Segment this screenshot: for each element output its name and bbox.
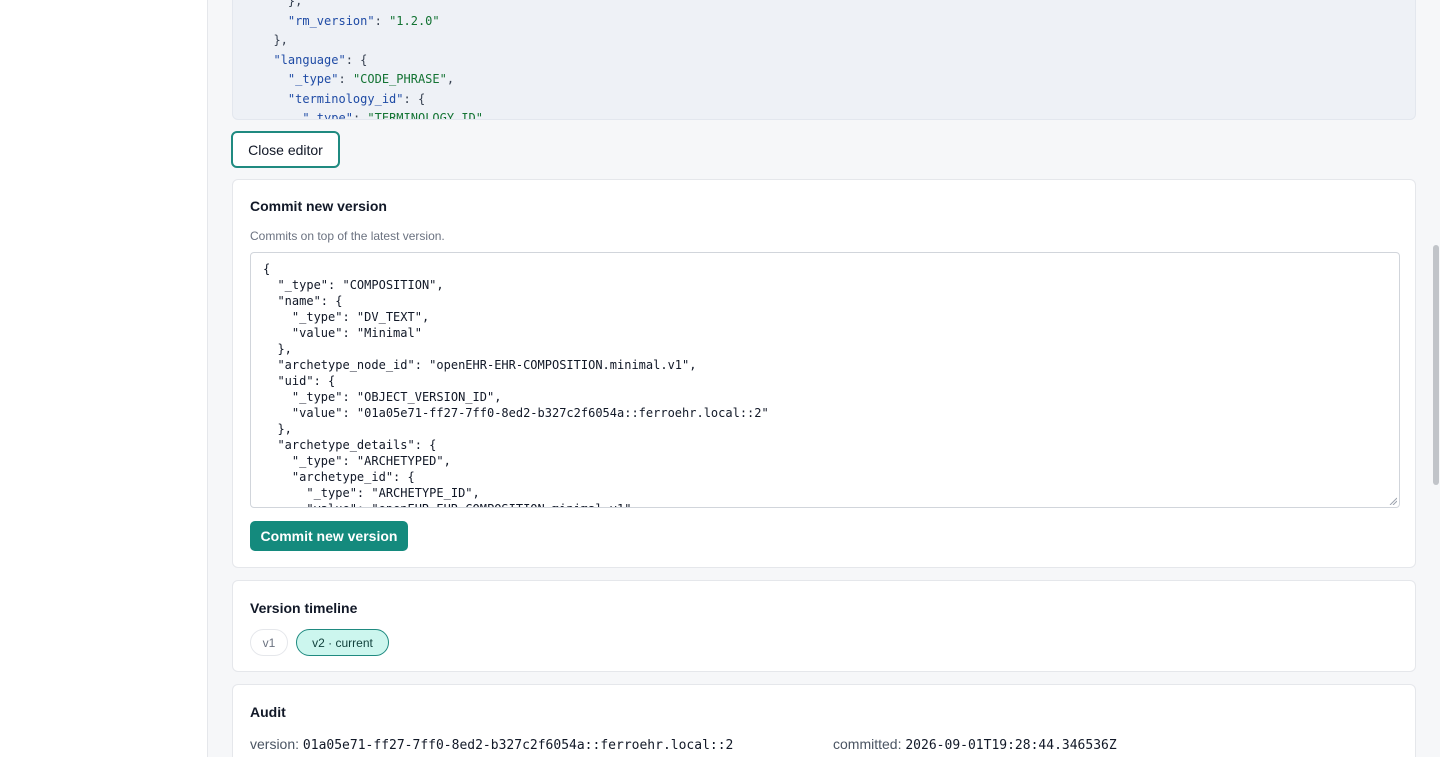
version-timeline-card: Version timeline v1 v2 · current: [232, 580, 1416, 672]
code-token: "_type": [302, 111, 353, 120]
code-token: :: [374, 13, 390, 28]
code-line: "rm_version": "1.2.0": [259, 12, 1415, 32]
code-line: "terminology_id": {: [259, 90, 1415, 110]
commit-card-title: Commit new version: [250, 198, 387, 214]
editor-content[interactable]: { "_type": "COMPOSITION", "name": { "_ty…: [251, 253, 1399, 507]
code-line: },: [259, 0, 1415, 12]
audit-committed-value: 2026-09-01T19:28:44.346536Z: [905, 738, 1117, 753]
audit-version-label: version:: [250, 736, 300, 752]
code-line: },: [259, 31, 1415, 51]
composition-json-viewer[interactable]: }, "rm_version": "1.2.0" }, "language": …: [232, 0, 1416, 120]
close-editor-button[interactable]: Close editor: [231, 131, 340, 168]
code-token: "CODE_PHRASE": [352, 72, 447, 86]
audit-card: Audit version: 01a05e71-ff27-7ff0-8ed2-b…: [232, 684, 1416, 757]
code-token: "TERMINOLOGY_ID": [367, 111, 483, 120]
code-line: "_type": "TERMINOLOGY_ID": [259, 109, 1415, 120]
json-code-block: }, "rm_version": "1.2.0" }, "language": …: [233, 0, 1415, 120]
timeline-title: Version timeline: [250, 600, 358, 616]
code-token: },: [259, 33, 288, 47]
page-scrollbar[interactable]: [1432, 0, 1440, 757]
code-token: "1.2.0": [389, 13, 440, 28]
code-token: "language": [273, 52, 346, 67]
commit-card-subtitle: Commits on top of the latest version.: [250, 229, 445, 243]
main-content: }, "rm_version": "1.2.0" }, "language": …: [208, 0, 1432, 757]
version-chip-current[interactable]: v2 · current: [296, 629, 389, 656]
code-line: "_type": "CODE_PHRASE",: [259, 70, 1415, 90]
code-token: ,: [446, 72, 455, 86]
code-token: },: [259, 0, 303, 8]
code-token: "_type": [287, 72, 339, 86]
audit-committed-label: committed:: [833, 736, 902, 752]
audit-title: Audit: [250, 704, 286, 720]
code-token: : {: [403, 91, 426, 106]
sidebar: [0, 0, 208, 757]
code-token: :: [352, 111, 368, 120]
code-token: : {: [345, 52, 368, 67]
code-line: "language": {: [259, 51, 1415, 71]
code-token: "rm_version": [287, 13, 375, 28]
scrollbar-thumb[interactable]: [1433, 245, 1439, 485]
resize-handle-icon[interactable]: [1389, 497, 1397, 505]
commit-new-version-button[interactable]: Commit new version: [250, 521, 408, 551]
code-token: :: [338, 72, 353, 86]
audit-version-row: version: 01a05e71-ff27-7ff0-8ed2-b327c2f…: [250, 736, 733, 753]
audit-committed-row: committed: 2026-09-01T19:28:44.346536Z: [833, 736, 1117, 753]
code-token: "terminology_id": [287, 91, 404, 106]
commit-new-version-card: Commit new version Commits on top of the…: [232, 179, 1416, 568]
composition-json-editor[interactable]: { "_type": "COMPOSITION", "name": { "_ty…: [250, 252, 1400, 508]
version-chip-v1[interactable]: v1: [250, 629, 288, 656]
audit-version-value: 01a05e71-ff27-7ff0-8ed2-b327c2f6054a::fe…: [302, 738, 734, 753]
